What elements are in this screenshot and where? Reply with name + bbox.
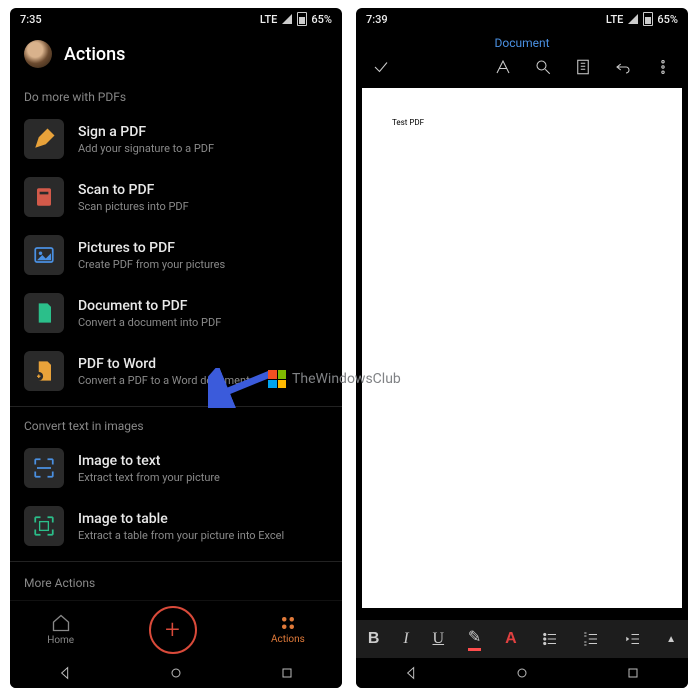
image-blue-icon bbox=[24, 235, 64, 275]
app-bar: Home + Actions bbox=[10, 600, 342, 658]
home-nav-icon[interactable] bbox=[514, 665, 530, 681]
italic-button[interactable]: I bbox=[403, 630, 408, 648]
underline-button[interactable]: U bbox=[433, 630, 445, 648]
doc-canvas[interactable]: Test PDF bbox=[356, 86, 688, 620]
numbering-icon[interactable] bbox=[582, 630, 600, 648]
action-sign-a-pdf[interactable]: Sign a PDF Add your signature to a PDF bbox=[10, 110, 342, 168]
action-sub: Create PDF from your pictures bbox=[78, 258, 225, 271]
doc-toolbar bbox=[356, 52, 688, 86]
tab-home-label: Home bbox=[47, 635, 74, 646]
back-icon[interactable] bbox=[403, 665, 419, 681]
action-sub: Convert a PDF to a Word document bbox=[78, 374, 250, 387]
lte-label: LTE bbox=[260, 13, 278, 26]
font-color-button[interactable]: A bbox=[505, 630, 517, 648]
document-page[interactable]: Test PDF bbox=[362, 88, 682, 608]
tab-home[interactable]: Home bbox=[47, 613, 74, 646]
draw-icon[interactable] bbox=[494, 58, 512, 76]
home-icon bbox=[51, 613, 71, 633]
plus-icon: + bbox=[165, 615, 180, 645]
avatar[interactable] bbox=[24, 40, 52, 68]
bold-button[interactable]: B bbox=[368, 630, 380, 648]
status-bar: 7:39 LTE 65% bbox=[356, 8, 688, 30]
signal-icon bbox=[627, 13, 639, 25]
indent-icon[interactable] bbox=[624, 630, 642, 648]
recents-icon[interactable] bbox=[279, 665, 295, 681]
action-image-to-text[interactable]: Image to text Extract text from your pict… bbox=[10, 439, 342, 497]
lte-label: LTE bbox=[606, 13, 624, 26]
page-title: Actions bbox=[64, 44, 125, 65]
signal-icon bbox=[281, 13, 293, 25]
system-nav bbox=[356, 658, 688, 688]
system-nav bbox=[10, 658, 342, 688]
left-phone-actions: 7:35 LTE 65% Actions Do more with PDFs S… bbox=[10, 8, 342, 688]
recents-icon[interactable] bbox=[625, 665, 641, 681]
doc-green-icon bbox=[24, 293, 64, 333]
section-do-more: Do more with PDFs bbox=[10, 82, 342, 110]
doc-body-text: Test PDF bbox=[392, 118, 424, 127]
action-title: PDF to Word bbox=[78, 356, 250, 372]
search-icon[interactable] bbox=[534, 58, 552, 76]
fab-add[interactable]: + bbox=[149, 606, 197, 654]
reading-icon[interactable] bbox=[574, 58, 592, 76]
action-pictures-to-pdf[interactable]: Pictures to PDF Create PDF from your pict… bbox=[10, 226, 342, 284]
section-convert-text: Convert text in images bbox=[10, 411, 342, 439]
document-link[interactable]: Document bbox=[494, 36, 549, 50]
action-title: Pictures to PDF bbox=[78, 240, 225, 256]
more-icon[interactable] bbox=[654, 58, 672, 76]
action-title: Image to text bbox=[78, 453, 220, 469]
action-pdf-to-word[interactable]: PDF to Word Convert a PDF to a Word docum… bbox=[10, 342, 342, 400]
right-phone-document: 7:39 LTE 65% Document Test PDF B bbox=[356, 8, 688, 688]
action-sub: Scan pictures into PDF bbox=[78, 200, 189, 213]
action-sub: Extract text from your picture bbox=[78, 471, 220, 484]
done-icon[interactable] bbox=[372, 58, 390, 76]
action-title: Scan to PDF bbox=[78, 182, 189, 198]
battery-icon bbox=[297, 12, 307, 26]
action-image-to-table[interactable]: Image to table Extract a table from your … bbox=[10, 497, 342, 555]
action-sub: Add your signature to a PDF bbox=[78, 142, 214, 155]
clock: 7:35 bbox=[20, 13, 42, 26]
battery-percent: 65% bbox=[311, 13, 332, 26]
highlight-button[interactable]: ✎ bbox=[468, 627, 481, 651]
divider bbox=[10, 561, 342, 562]
ocr-green-icon bbox=[24, 506, 64, 546]
bullets-icon[interactable] bbox=[541, 630, 559, 648]
ocr-blue-icon bbox=[24, 448, 64, 488]
battery-icon bbox=[643, 12, 653, 26]
expand-button[interactable]: ▲ bbox=[666, 634, 676, 645]
pen-orange-icon bbox=[24, 119, 64, 159]
word-orange-icon bbox=[24, 351, 64, 391]
action-title: Sign a PDF bbox=[78, 124, 214, 140]
action-title: Image to table bbox=[78, 511, 284, 527]
format-toolbar: B I U ✎ A ▲ bbox=[356, 620, 688, 658]
action-scan-to-pdf[interactable]: Scan to PDF Scan pictures into PDF bbox=[10, 168, 342, 226]
status-bar: 7:35 LTE 65% bbox=[10, 8, 342, 30]
battery-percent: 65% bbox=[657, 13, 678, 26]
action-title: Document to PDF bbox=[78, 298, 221, 314]
action-sub: Extract a table from your picture into E… bbox=[78, 529, 284, 542]
action-document-to-pdf[interactable]: Document to PDF Convert a document into P… bbox=[10, 284, 342, 342]
tab-actions[interactable]: Actions bbox=[271, 614, 305, 645]
clock: 7:39 bbox=[366, 13, 388, 26]
back-icon[interactable] bbox=[57, 665, 73, 681]
tab-actions-label: Actions bbox=[271, 634, 305, 645]
undo-icon[interactable] bbox=[614, 58, 632, 76]
action-sub: Convert a document into PDF bbox=[78, 316, 221, 329]
divider bbox=[10, 406, 342, 407]
home-nav-icon[interactable] bbox=[168, 665, 184, 681]
section-more: More Actions bbox=[10, 566, 342, 600]
scan-red-icon bbox=[24, 177, 64, 217]
apps-icon bbox=[279, 614, 297, 632]
